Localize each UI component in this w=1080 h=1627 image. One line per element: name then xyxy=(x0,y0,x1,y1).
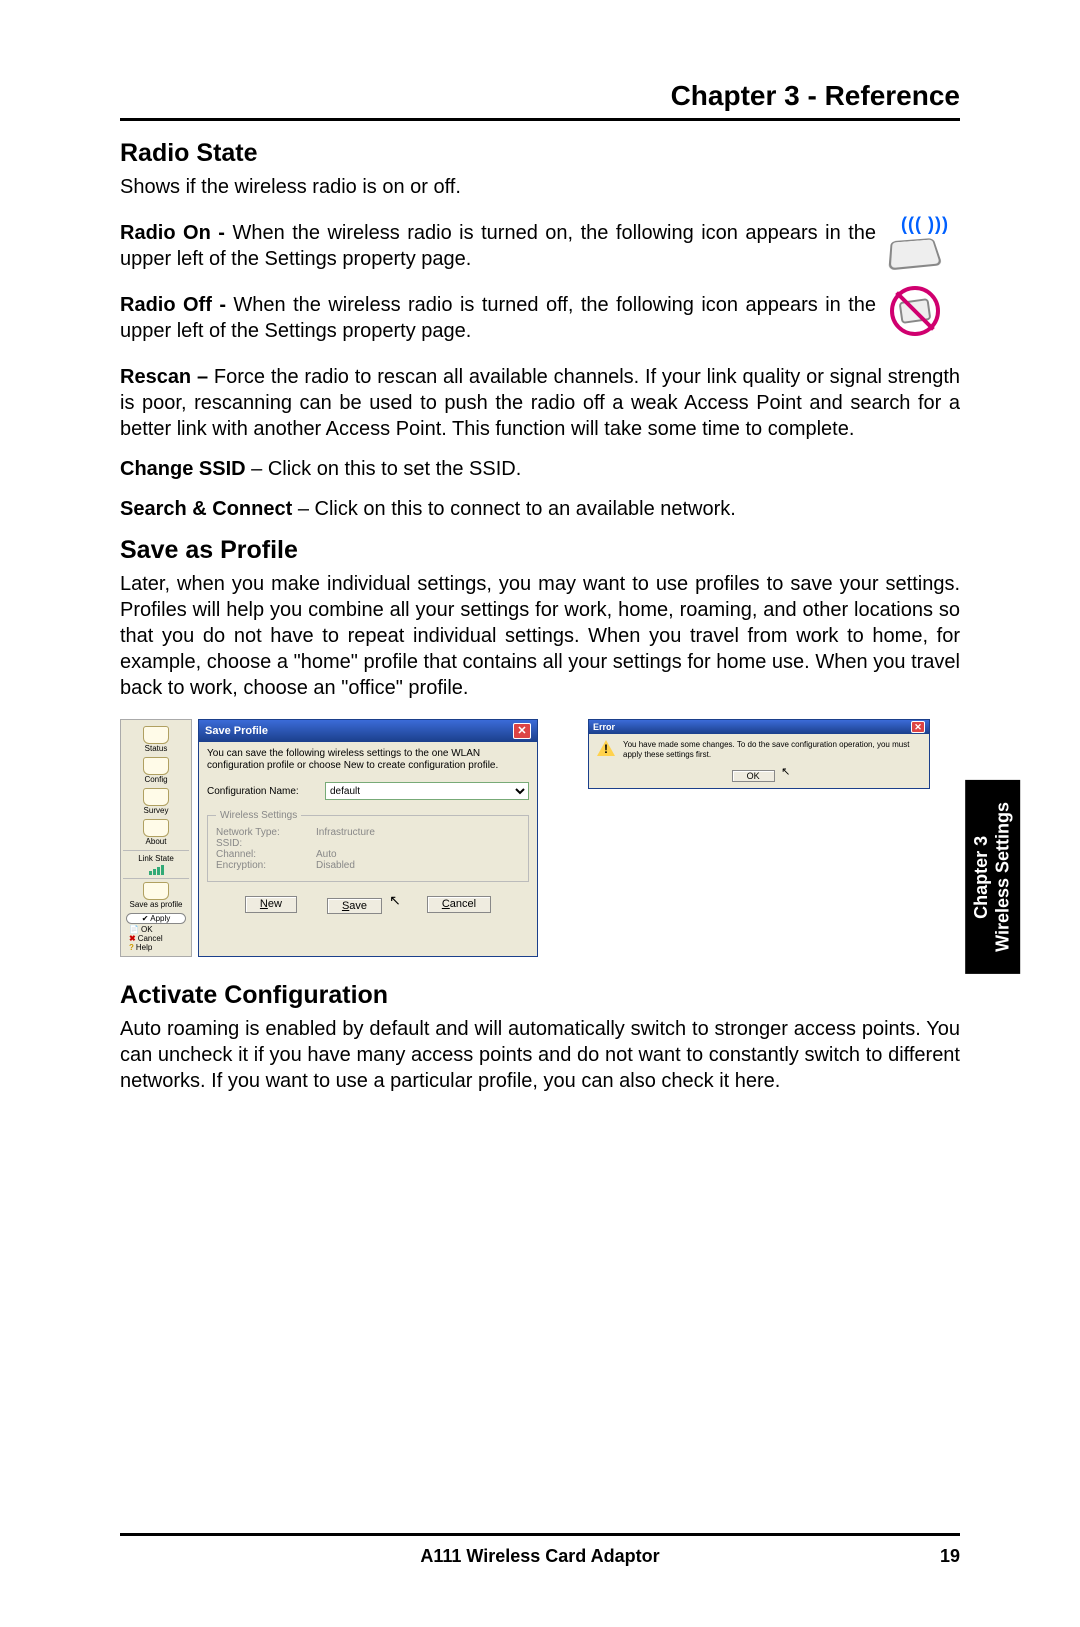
footer-product: A111 Wireless Card Adaptor xyxy=(420,1546,659,1566)
channel-key: Channel: xyxy=(216,849,316,860)
side-tab-line2: Wireless Settings xyxy=(992,802,1012,952)
toolbar-about-icon xyxy=(143,819,169,837)
page-footer: A111 Wireless Card Adaptor 19 xyxy=(120,1533,960,1567)
toolbar-survey-icon xyxy=(143,788,169,806)
toolbar-config-icon xyxy=(143,757,169,775)
toolbar-status-icon xyxy=(143,726,169,744)
channel-value: Auto xyxy=(316,849,337,860)
new-button-rest: ew xyxy=(268,898,282,910)
toolbar-survey-label: Survey xyxy=(123,806,189,815)
encryption-value: Disabled xyxy=(316,860,355,871)
radio-off-label: Radio Off - xyxy=(120,294,233,316)
toolbar-config-label: Config xyxy=(123,775,189,784)
screenshots-row: Status Config Survey About Link State Sa… xyxy=(120,719,960,957)
prohibited-icon xyxy=(890,286,940,336)
change-ssid-label: Change SSID xyxy=(120,458,246,480)
side-tab: Chapter 3 Wireless Settings xyxy=(965,780,1020,974)
activate-configuration-text: Auto roaming is enabled by default and w… xyxy=(120,1016,960,1094)
rescan-paragraph: Rescan – Force the radio to rescan all a… xyxy=(120,364,960,442)
network-type-value: Infrastructure xyxy=(316,827,375,838)
save-button-rest: ave xyxy=(349,900,367,912)
close-icon[interactable]: ✕ xyxy=(513,723,531,739)
warning-icon: ! xyxy=(597,740,615,756)
radio-state-intro: Shows if the wireless radio is on or off… xyxy=(120,174,960,200)
radio-off-icon xyxy=(890,286,960,336)
config-name-label: Configuration Name: xyxy=(207,786,317,797)
heading-radio-state: Radio State xyxy=(120,139,960,168)
toolbar-apply-button[interactable]: ✔ Apply xyxy=(126,913,186,924)
error-message: You have made some changes. To do the sa… xyxy=(623,740,921,760)
toolbar-cancel-row[interactable]: ✖ Cancel xyxy=(123,934,189,943)
error-close-icon[interactable]: ✕ xyxy=(911,721,925,733)
chapter-header: Chapter 3 - Reference xyxy=(120,80,960,121)
signal-waves-icon: ((( ))) xyxy=(890,214,960,235)
app-toolbar: Status Config Survey About Link State Sa… xyxy=(120,719,192,957)
cancel-button-rest: ancel xyxy=(450,898,476,910)
wireless-card-icon xyxy=(888,238,942,270)
dialog-titlebar: Save Profile ✕ xyxy=(199,720,537,742)
new-button[interactable]: New xyxy=(245,896,297,913)
signal-bars-icon xyxy=(123,865,189,875)
toolbar-help-row[interactable]: ? Help xyxy=(123,943,189,952)
search-connect-paragraph: Search & Connect – Click on this to conn… xyxy=(120,496,960,522)
toolbar-save-profile-icon xyxy=(143,882,169,900)
cursor-icon: ↖ xyxy=(389,892,401,909)
footer-page-number: 19 xyxy=(940,1546,960,1567)
radio-off-text: When the wireless radio is turned off, t… xyxy=(120,294,876,342)
save-profile-screenshot: Status Config Survey About Link State Sa… xyxy=(120,719,538,957)
error-dialog-title: Error xyxy=(593,722,615,732)
heading-activate-configuration: Activate Configuration xyxy=(120,981,960,1010)
toolbar-ok-row[interactable]: 📄 OK xyxy=(123,925,189,934)
error-ok-button[interactable]: OK xyxy=(732,770,775,782)
wireless-card-small-icon xyxy=(899,298,932,324)
toolbar-about-label: About xyxy=(123,837,189,846)
cancel-button[interactable]: Cancel xyxy=(427,896,491,913)
heading-save-as-profile: Save as Profile xyxy=(120,536,960,565)
toolbar-status-label: Status xyxy=(123,744,189,753)
radio-off-paragraph: Radio Off - When the wireless radio is t… xyxy=(120,292,876,344)
wireless-settings-fieldset: Wireless Settings Network Type:Infrastru… xyxy=(207,810,529,882)
dialog-description: You can save the following wireless sett… xyxy=(207,748,529,772)
encryption-key: Encryption: xyxy=(216,860,316,871)
radio-on-icon: ((( ))) xyxy=(890,214,960,269)
fieldset-legend: Wireless Settings xyxy=(216,810,301,821)
ssid-key: SSID: xyxy=(216,838,316,849)
search-connect-label: Search & Connect xyxy=(120,498,292,520)
change-ssid-text: – Click on this to set the SSID. xyxy=(246,458,522,480)
radio-on-text: When the wireless radio is turned on, th… xyxy=(120,222,876,270)
rescan-text: Force the radio to rescan all available … xyxy=(120,366,960,440)
radio-on-label: Radio On - xyxy=(120,222,232,244)
search-connect-text: – Click on this to connect to an availab… xyxy=(292,498,736,520)
rescan-label: Rescan – xyxy=(120,366,214,388)
radio-on-paragraph: Radio On - When the wireless radio is tu… xyxy=(120,220,876,272)
save-button[interactable]: Save xyxy=(327,898,382,914)
save-profile-dialog: Save Profile ✕ You can save the followin… xyxy=(198,719,538,957)
config-name-select[interactable]: default xyxy=(325,782,529,800)
toolbar-save-profile-label: Save as profile xyxy=(123,900,189,909)
cursor-icon-2: ↖ xyxy=(781,765,790,778)
side-tab-line1: Chapter 3 xyxy=(971,835,991,918)
dialog-title: Save Profile xyxy=(205,725,268,737)
save-as-profile-text: Later, when you make individual settings… xyxy=(120,571,960,701)
toolbar-link-state-label: Link State xyxy=(123,854,189,863)
change-ssid-paragraph: Change SSID – Click on this to set the S… xyxy=(120,456,960,482)
error-dialog: Error ✕ ! You have made some changes. To… xyxy=(588,719,930,789)
network-type-key: Network Type: xyxy=(216,827,316,838)
